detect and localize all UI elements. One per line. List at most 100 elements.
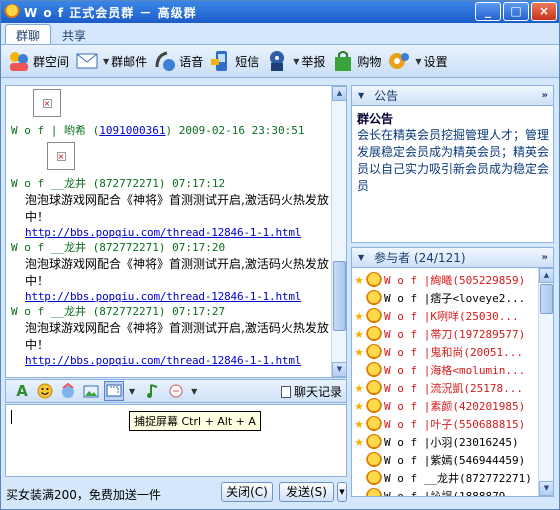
member-id: (25030...: [458, 309, 519, 323]
message-sender-id[interactable]: 1091000361: [99, 124, 165, 137]
member-row[interactable]: ★ W o f |K咧咩 (25030...: [352, 307, 538, 325]
member-row[interactable]: ★ W o f |帯刀 (197289577): [352, 325, 538, 343]
send-options-chevron-icon[interactable]: ▼: [337, 482, 347, 502]
avatar: [366, 488, 382, 496]
member-list: ★ W o f |絢曦 (505229859) W o f |痞子 <loveye2..…: [352, 268, 538, 496]
screenshot-icon[interactable]: [104, 381, 124, 401]
settings-icon: [387, 49, 411, 73]
message-time: 07:17:12: [172, 177, 226, 190]
member-row[interactable]: ★ W o f |叶子 (550688815): [352, 415, 538, 433]
collapse-icon[interactable]: ▼: [358, 253, 364, 262]
member-row[interactable]: ★ W o f |小羽 (23016245): [352, 433, 538, 451]
member-name: W o f __龙井: [384, 472, 459, 485]
member-id: <molumin...: [452, 363, 526, 377]
send-button[interactable]: 发送(S): [279, 482, 334, 502]
settings-button[interactable]: ▼ 设置: [387, 49, 448, 73]
collapse-icon[interactable]: ▼: [358, 91, 364, 100]
ad-text[interactable]: 买女装满200，免费加送一件: [6, 486, 161, 503]
history-icon: [280, 385, 291, 398]
member-id: (550688815): [452, 417, 526, 431]
message-sender-id: 872772271: [99, 241, 159, 254]
message-time: 07:17:27: [172, 305, 226, 318]
close-button[interactable]: 关闭(C): [221, 482, 273, 502]
member-id: <loveye2...: [452, 291, 526, 305]
avatar: [366, 308, 382, 324]
group-mail-label: 群邮件: [111, 54, 148, 69]
avatar: [366, 362, 382, 378]
chat-history[interactable]: × W o f | 哟希 (1091000361) 2009-02-16 23:…: [5, 85, 347, 378]
member-row[interactable]: W o f __龙井 (872772271): [352, 469, 538, 487]
member-id: (197289577): [452, 327, 526, 341]
member-row[interactable]: ★ W o f |絢曦 (505229859): [352, 271, 538, 289]
admin-star-icon: ★: [354, 309, 364, 323]
message-sender: W o f __龙井: [11, 241, 86, 254]
members-header[interactable]: ▼ 参与者 (24/121) »: [352, 248, 553, 268]
notice-title: 群公告: [357, 112, 394, 126]
message-link[interactable]: http://bbs.popqiu.com/thread-12846-1-1.h…: [25, 354, 329, 367]
shopping-button[interactable]: 购物: [331, 49, 381, 73]
member-id: (25178...: [463, 381, 523, 395]
notice-header[interactable]: ▼ 公告 »: [352, 86, 553, 106]
voice-label: 语音: [179, 54, 204, 69]
member-row[interactable]: ★ W o f |素颜 (420201985): [352, 397, 538, 415]
sms-button[interactable]: 短信: [209, 49, 259, 73]
font-icon[interactable]: A: [12, 381, 32, 401]
qq-group-chat-window: W o f 正式会员群 － 高级群 _ □ × 群聊 共享 群空间 ▼ 群邮件: [0, 0, 560, 510]
mail-icon: [75, 49, 99, 73]
chat-history-button[interactable]: 聊天记录: [280, 383, 342, 400]
message-header: W o f __龙井 (872772271) 07:17:27: [11, 305, 226, 318]
members-count-label: 参与者 (24/121): [374, 251, 466, 265]
admin-star-icon: ★: [354, 381, 364, 395]
message-header: W o f | 哟希 (1091000361) 2009-02-16 23:30…: [11, 124, 305, 137]
member-id: (872772271): [458, 471, 532, 485]
music-icon[interactable]: [143, 381, 163, 401]
scroll-down-icon[interactable]: ▼: [332, 362, 346, 377]
group-mail-button[interactable]: ▼ 群邮件: [75, 49, 147, 73]
member-row[interactable]: W o f |痞子 <loveye2...: [352, 289, 538, 307]
member-row[interactable]: W o f |海格 <molumin...: [352, 361, 538, 379]
chevron-down-icon[interactable]: ▼: [191, 387, 197, 396]
close-window-button[interactable]: ×: [531, 2, 557, 21]
scroll-down-icon[interactable]: ▼: [539, 481, 553, 496]
scroll-up-icon[interactable]: ▲: [332, 86, 346, 101]
message-link[interactable]: http://bbs.popqiu.com/thread-12846-1-1.h…: [25, 290, 329, 303]
member-row[interactable]: W o f |訫誤 (1888879: [352, 487, 538, 496]
admin-star-icon: ★: [354, 399, 364, 413]
maximize-button[interactable]: □: [503, 2, 529, 21]
tab-bar: 群聊 共享: [5, 24, 97, 44]
scrollbar-thumb[interactable]: [333, 261, 346, 331]
chat-scrollbar[interactable]: ▲ ▼: [331, 86, 346, 377]
expand-icon[interactable]: »: [542, 90, 548, 101]
tab-share[interactable]: 共享: [51, 24, 97, 44]
message-text: 泡泡球游戏网配合《神将》首测测试开启,激活码火热发放中！: [25, 321, 329, 352]
scroll-up-icon[interactable]: ▲: [539, 268, 553, 283]
member-row[interactable]: W o f |紫嫣 (546944459): [352, 451, 538, 469]
qq-penguin-icon: [4, 4, 20, 20]
message-sender-id: 872772271: [99, 305, 159, 318]
voice-button[interactable]: 语音: [153, 49, 203, 73]
member-row[interactable]: ★ W o f |流況凱 (25178...: [352, 379, 538, 397]
shake-icon[interactable]: [166, 381, 186, 401]
admin-star-icon: ★: [354, 345, 364, 359]
message-link[interactable]: http://bbs.popqiu.com/thread-12846-1-1.h…: [25, 226, 329, 239]
report-label: 举报: [301, 54, 326, 69]
magic-emoticon-icon[interactable]: [58, 381, 78, 401]
title-bar[interactable]: W o f 正式会员群 － 高级群 _ □ ×: [1, 1, 559, 23]
member-name: W o f |絢曦: [384, 274, 453, 287]
report-icon: [265, 49, 289, 73]
expand-icon[interactable]: »: [542, 252, 548, 263]
member-id: (420201985): [452, 399, 526, 413]
member-row[interactable]: ★ W o f |鬼和尚 (20051...: [352, 343, 538, 361]
scrollbar-thumb[interactable]: [540, 284, 553, 314]
members-scrollbar[interactable]: ▲ ▼: [538, 268, 553, 496]
window-controls: _ □ ×: [475, 2, 557, 21]
emoticon-icon[interactable]: [35, 381, 55, 401]
report-button[interactable]: ▼ 举报: [265, 49, 325, 73]
chevron-down-icon[interactable]: ▼: [129, 387, 135, 396]
message-text: 泡泡球游戏网配合《神将》首测测试开启,激活码火热发放中！: [25, 193, 329, 224]
send-image-icon[interactable]: [81, 381, 101, 401]
group-space-button[interactable]: 群空间: [7, 49, 69, 73]
minimize-button[interactable]: _: [475, 2, 501, 21]
member-name: W o f |小羽: [384, 436, 453, 449]
tab-group-chat[interactable]: 群聊: [5, 24, 52, 44]
